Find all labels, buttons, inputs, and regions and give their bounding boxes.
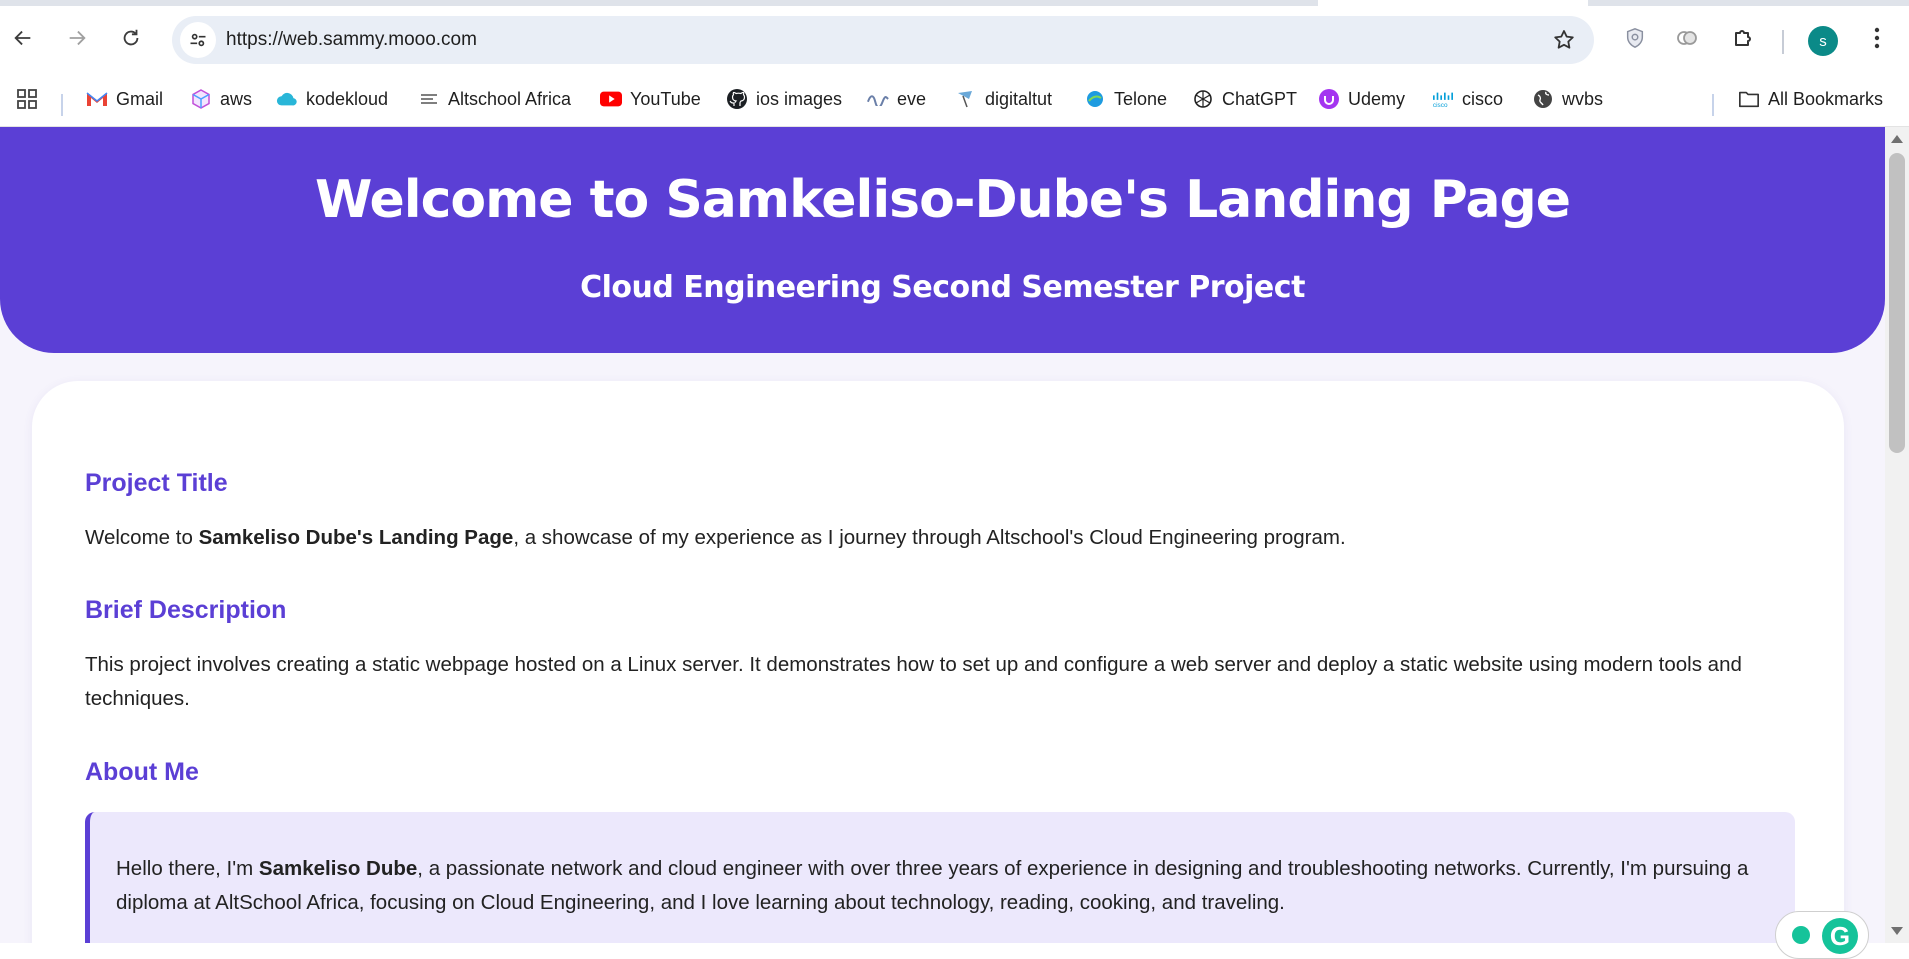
about-text-bold: Samkeliso Dube: [258, 857, 418, 880]
altschool-icon: [418, 88, 440, 110]
bookmarks-bar: Gmail aws kodekloud Altschool Africa You…: [0, 72, 1909, 127]
eve-icon: [867, 88, 889, 110]
bookmark-label: digitaltut: [985, 88, 1053, 109]
bookmark-digitaltut[interactable]: digitaltut: [955, 84, 1052, 114]
svg-text:cisco: cisco: [1433, 102, 1448, 109]
profile-avatar[interactable]: s: [1808, 26, 1838, 56]
bookmark-label: wvbs: [1562, 88, 1604, 109]
hero-header: Welcome to Samkeliso-Dube's Landing Page…: [0, 127, 1885, 353]
udemy-icon: [1318, 88, 1340, 110]
extension-cloud-button[interactable]: [1670, 21, 1704, 55]
puzzle-icon: [1735, 30, 1751, 46]
bookmark-label: aws: [220, 88, 253, 109]
page-scrollbar[interactable]: [1885, 127, 1909, 943]
bookmark-label: ChatGPT: [1222, 88, 1298, 109]
forward-arrow-icon: [69, 30, 86, 46]
bookmark-cisco[interactable]: cisco cisco: [1432, 84, 1503, 114]
description-paragraph: This project involves creating a static …: [85, 653, 1742, 710]
grammarly-status-icon: [1792, 926, 1810, 944]
bookmark-youtube[interactable]: YouTube: [600, 84, 701, 114]
bookmarks-divider: [61, 94, 63, 116]
all-bookmarks-label: All Bookmarks: [1768, 88, 1884, 109]
page-viewport: Welcome to Samkeliso-Dube's Landing Page…: [0, 127, 1885, 943]
scroll-up-arrow-icon[interactable]: [1891, 135, 1903, 143]
bookmark-label: eve: [897, 88, 927, 109]
kebab-menu-icon: [1874, 27, 1880, 49]
aws-cube-icon: [190, 88, 212, 110]
reload-icon: [123, 29, 139, 46]
kodekloud-icon: [276, 88, 298, 110]
bookmark-label: ios images: [756, 88, 843, 109]
bookmark-wvbs[interactable]: wvbs: [1532, 84, 1603, 114]
bookmark-label: Gmail: [116, 88, 164, 109]
apps-button[interactable]: [16, 84, 38, 114]
url-text[interactable]: https://web.sammy.mooo.com: [226, 29, 477, 51]
scrollbar-thumb[interactable]: [1889, 153, 1905, 453]
bookmark-label: Udemy: [1348, 88, 1406, 109]
grammarly-widget[interactable]: G: [1775, 911, 1869, 959]
project-text-start: Welcome to: [85, 526, 199, 549]
youtube-icon: [600, 88, 622, 110]
hero-title: Welcome to Samkeliso-Dube's Landing Page: [314, 170, 1571, 230]
back-button[interactable]: [6, 21, 40, 55]
scroll-down-arrow-icon[interactable]: [1891, 927, 1903, 935]
address-bar[interactable]: https://web.sammy.mooo.com: [172, 16, 1594, 64]
extensions-button[interactable]: [1726, 21, 1760, 55]
bookmark-telone[interactable]: Telone: [1084, 84, 1167, 114]
back-arrow-icon: [14, 30, 31, 46]
apps-grid-icon: [17, 89, 37, 109]
folder-icon: [1738, 88, 1760, 110]
reload-button[interactable]: [114, 21, 148, 55]
bookmark-label: kodekloud: [306, 88, 389, 109]
globe-icon: [1532, 88, 1554, 110]
about-me-heading: About Me: [85, 758, 199, 786]
chatgpt-icon: [1192, 88, 1214, 110]
cloud-extension-icon: [1677, 31, 1697, 45]
shield-icon: [1626, 28, 1644, 48]
project-title-heading: Project Title: [85, 469, 228, 497]
about-paragraph: Hello there, I'm Samkeliso Dube, a passi…: [116, 852, 1776, 920]
digitaltut-icon: [955, 88, 977, 110]
github-icon: [726, 88, 748, 110]
bookmark-star-icon[interactable]: [1552, 28, 1576, 57]
tune-icon: [190, 33, 206, 47]
telone-icon: [1084, 88, 1106, 110]
bookmark-label: Altschool Africa: [448, 88, 572, 109]
bookmark-altschool-africa[interactable]: Altschool Africa: [418, 84, 571, 114]
bookmark-gmail[interactable]: Gmail: [86, 84, 163, 114]
about-text-start: Hello there, I'm: [116, 857, 259, 880]
site-info-button[interactable]: [180, 22, 216, 58]
forward-button[interactable]: [60, 21, 94, 55]
bookmark-udemy[interactable]: Udemy: [1318, 84, 1405, 114]
bookmarks-divider: [1712, 94, 1714, 116]
extension-shield-button[interactable]: [1618, 21, 1652, 55]
hero-subtitle: Cloud Engineering Second Semester Projec…: [580, 270, 1305, 305]
gmail-icon: [86, 88, 108, 110]
all-bookmarks-button[interactable]: All Bookmarks: [1738, 84, 1883, 114]
bookmark-label: YouTube: [630, 88, 701, 109]
cisco-icon: cisco: [1432, 88, 1454, 110]
bookmark-label: Telone: [1114, 88, 1168, 109]
about-me-box: Hello there, I'm Samkeliso Dube, a passi…: [85, 812, 1795, 943]
bookmark-kodekloud[interactable]: kodekloud: [276, 84, 388, 114]
bookmark-aws[interactable]: aws: [190, 84, 252, 114]
bookmark-chatgpt[interactable]: ChatGPT: [1192, 84, 1297, 114]
project-text-bold: Samkeliso Dube's Landing Page: [198, 526, 514, 549]
brief-description-heading: Brief Description: [85, 596, 287, 624]
grammarly-g-icon[interactable]: G: [1822, 918, 1858, 954]
project-paragraph: Welcome to Samkeliso Dube's Landing Page…: [85, 521, 1825, 555]
content-card: Project Title Welcome to Samkeliso Dube'…: [32, 381, 1844, 943]
browser-toolbar: https://web.sammy.mooo.com s: [0, 6, 1909, 72]
toolbar-divider: [1782, 30, 1784, 54]
project-text-end: , a showcase of my experience as I journ…: [513, 526, 1346, 549]
bookmark-label: cisco: [1462, 88, 1504, 109]
bookmark-eve[interactable]: eve: [867, 84, 926, 114]
bookmark-ios-images[interactable]: ios images: [726, 84, 842, 114]
browser-menu-button[interactable]: [1860, 21, 1894, 55]
